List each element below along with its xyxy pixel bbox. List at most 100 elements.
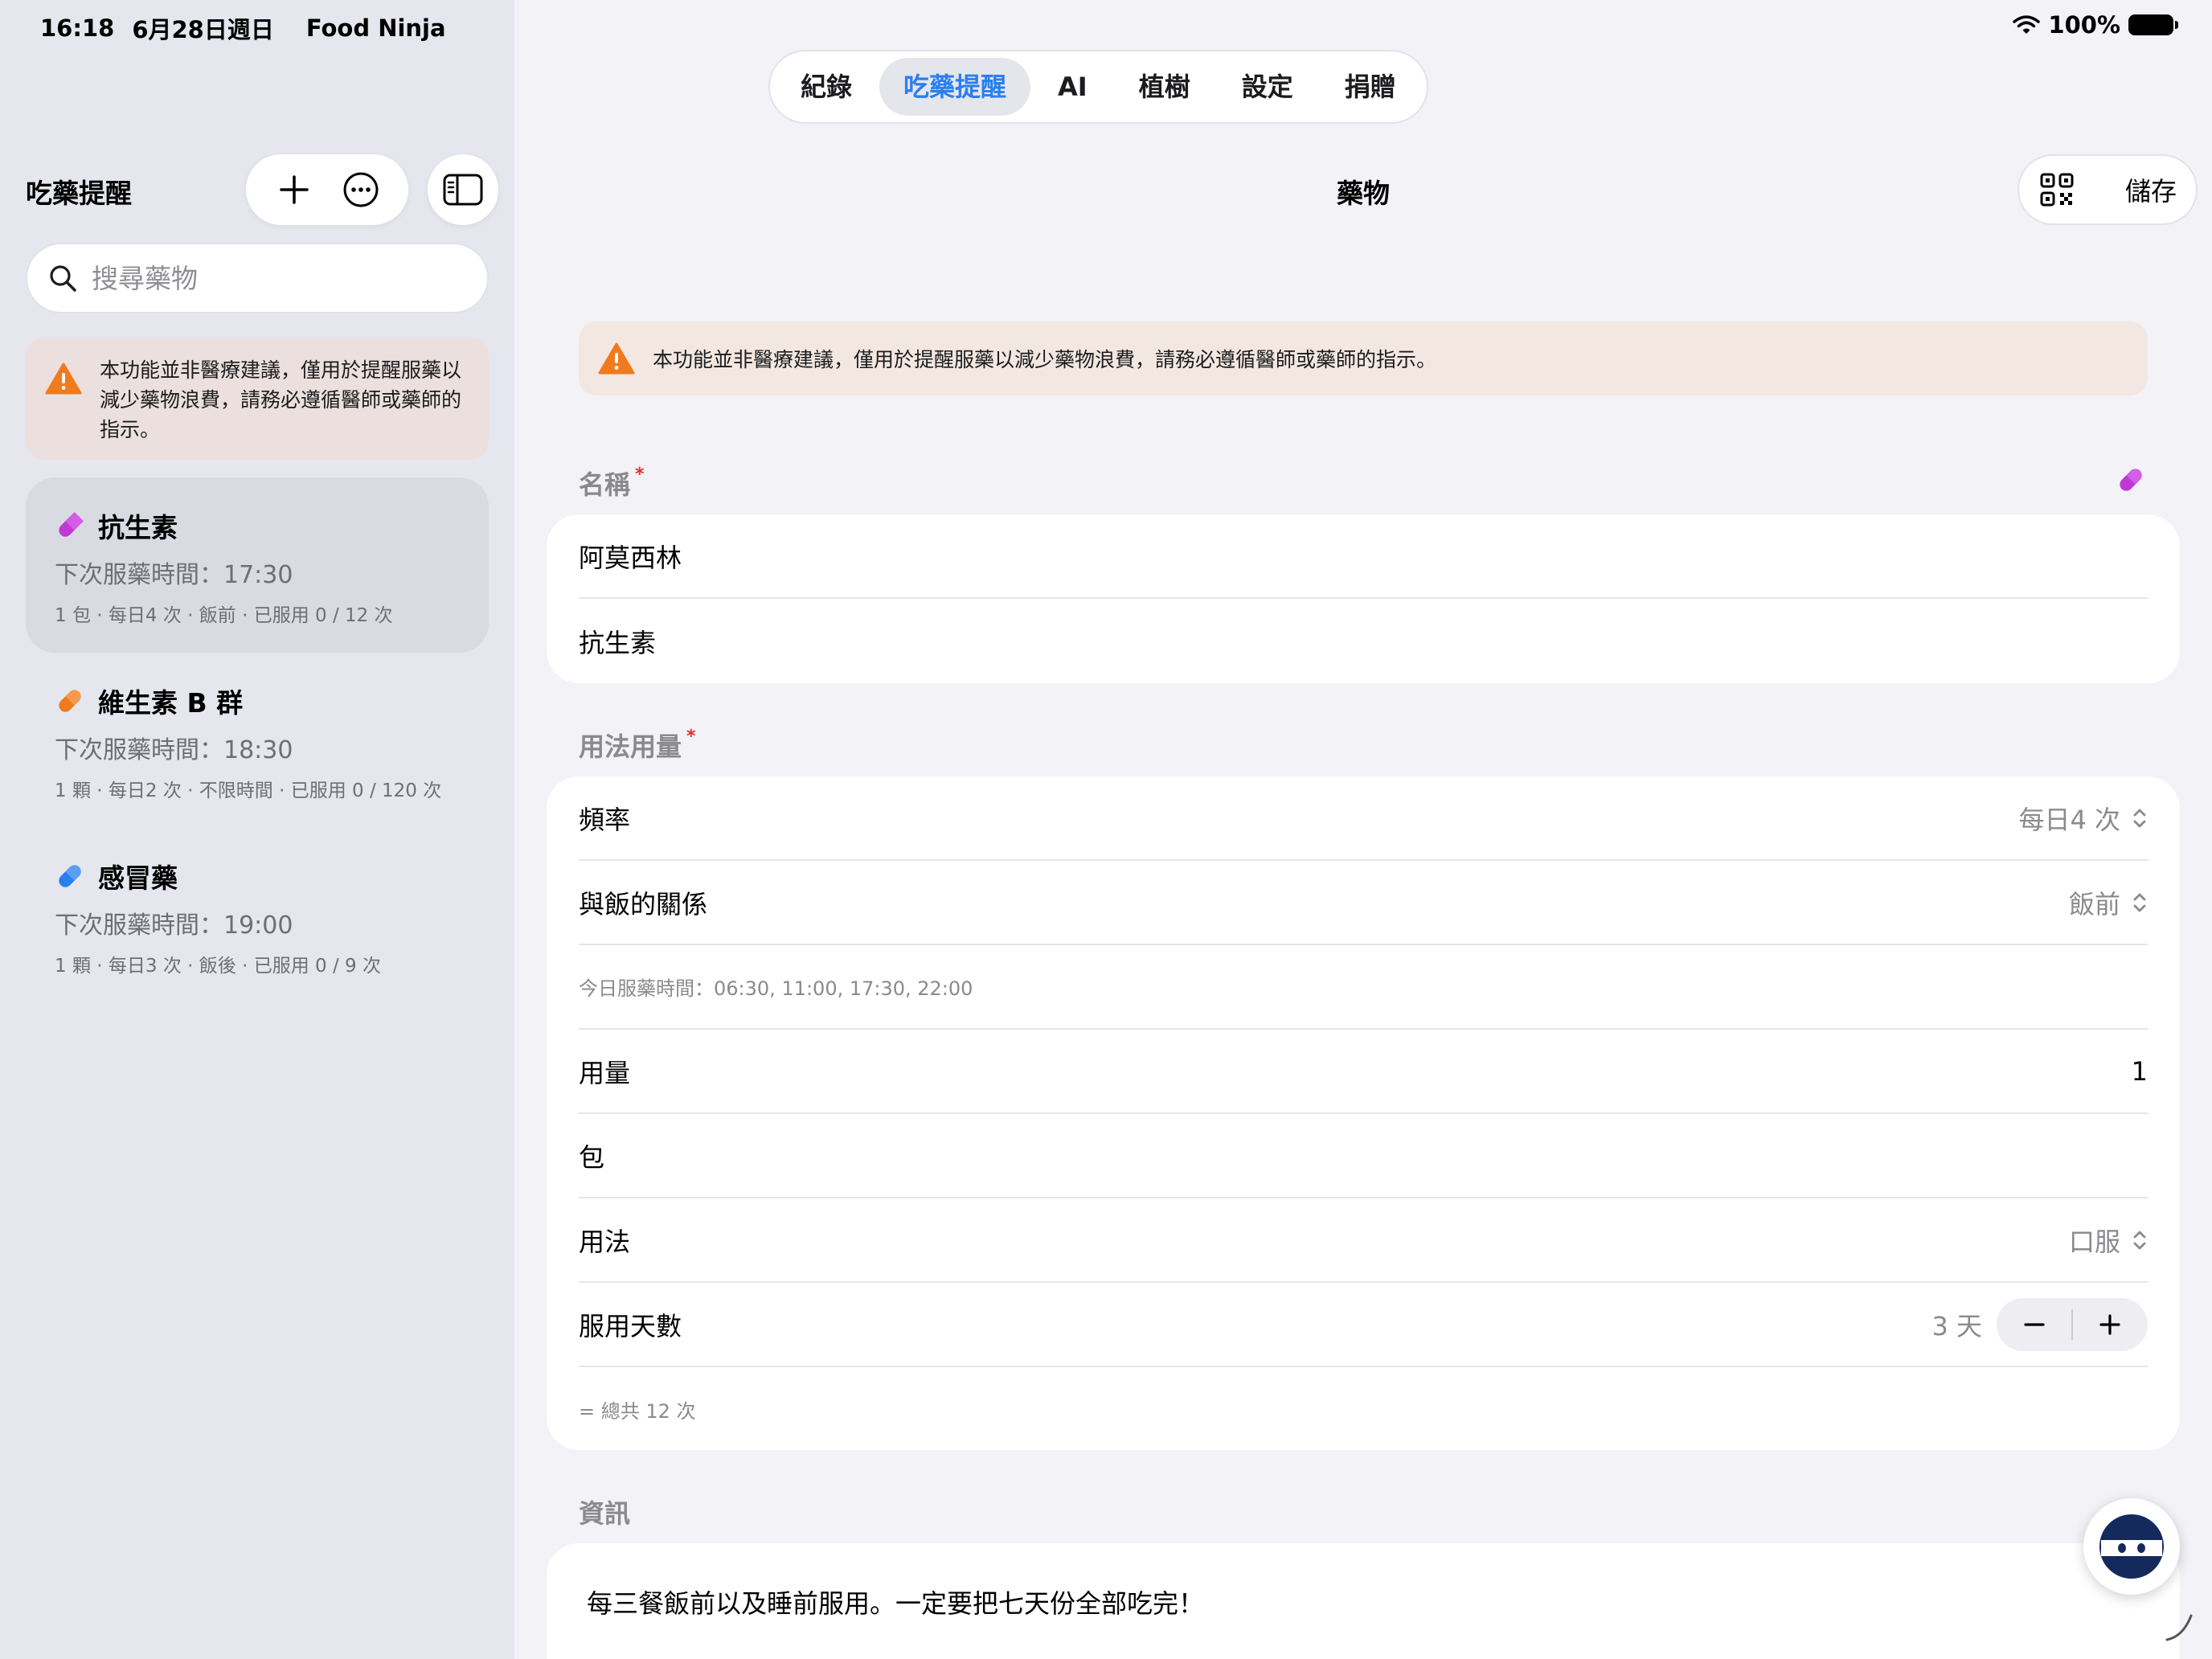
tab-plant-tree[interactable]: 植樹	[1115, 58, 1215, 116]
duration-stepper	[1997, 1297, 2148, 1351]
status-bar-left: 16:18 6月28日週日 Food Ninja	[40, 11, 446, 45]
route-row[interactable]: 用法 口服	[579, 1198, 2148, 1283]
status-app-name: Food Ninja	[305, 14, 446, 42]
increment-button[interactable]	[2072, 1298, 2148, 1351]
medicine-detail: 1 包 · 每日4 次 · 飯前 · 已服用 0 / 12 次	[55, 605, 393, 626]
dose-times-note: 今日服藥時間：06:30, 11:00, 17:30, 22:00	[579, 977, 973, 1000]
wifi-icon	[2013, 15, 2041, 34]
status-bar-right: 100%	[2013, 11, 2178, 39]
meal-relation-picker[interactable]: 飯前	[2069, 884, 2148, 921]
pencil-scribble-icon	[2165, 1614, 2193, 1641]
dose-amount-row[interactable]: 用量 1	[579, 1030, 2148, 1114]
ninja-assistant-button[interactable]	[2083, 1498, 2180, 1595]
duration-label: 服用天數	[579, 1310, 682, 1342]
meal-relation-label: 與飯的關係	[579, 888, 708, 920]
route-value: 口服	[2068, 1226, 2120, 1257]
tab-settings[interactable]: 設定	[1218, 58, 1317, 116]
usage-section-title: 用法用量	[579, 731, 682, 762]
dose-unit-value: 包	[579, 1141, 605, 1173]
medicine-detail: 1 顆 · 每日2 次 · 不限時間 · 已服用 0 / 120 次	[55, 780, 442, 801]
medicine-list-item[interactable]: 感冒藥 下次服藥時間：19:00 1 顆 · 每日3 次 · 飯後 · 已服用 …	[26, 828, 489, 1003]
meal-relation-row[interactable]: 與飯的關係 飯前	[579, 861, 2148, 945]
pill-icon	[59, 512, 84, 537]
duration-value: 3 天	[1931, 1310, 1982, 1342]
page-title: 藥物	[1337, 178, 1390, 209]
sidebar-action-group	[246, 154, 408, 225]
route-label: 用法	[579, 1226, 631, 1257]
search-icon	[50, 265, 76, 292]
tab-donate[interactable]: 捐贈	[1321, 58, 1420, 116]
next-dose-time: 下次服藥時間：17:30	[55, 561, 293, 589]
info-note-field[interactable]: 每三餐飯前以及睡前服用。一定要把七天份全部吃完！	[587, 1583, 1204, 1620]
medicine-list-item[interactable]: 抗生素 下次服藥時間：17:30 1 包 · 每日4 次 · 飯前 · 已服用 …	[26, 477, 489, 653]
sidebar-title: 吃藥提醒	[26, 178, 132, 209]
chevron-up-down-icon	[2133, 809, 2146, 827]
pill-icon	[59, 865, 81, 887]
save-button[interactable]: 儲存	[2125, 171, 2177, 208]
decrement-button[interactable]	[1997, 1298, 2072, 1351]
chevron-up-down-icon	[2133, 1231, 2146, 1249]
frequency-label: 頻率	[579, 804, 631, 835]
sidebar-warning-text: 本功能並非醫療建議，僅用於提醒服藥以減少藥物浪費，請務必遵循醫師或藥師的指示。	[100, 358, 462, 441]
sidebar-warning-banner: 本功能並非醫療建議，僅用於提醒服藥以減少藥物浪費，請務必遵循醫師或藥師的指示。	[26, 338, 489, 460]
tab-records[interactable]: 紀錄	[776, 58, 876, 116]
sidebar: 16:18 6月28日週日 Food Ninja 吃藥提醒 搜尋藥物 本功能並非…	[0, 0, 514, 1659]
name-section-title: 名稱	[579, 469, 631, 500]
pill-icon	[2120, 469, 2142, 491]
warning-text: 本功能並非醫療建議，僅用於提醒服藥以減少藥物浪費，請務必遵循醫師或藥師的指示。	[653, 348, 1437, 371]
frequency-picker[interactable]: 每日4 次	[2018, 800, 2148, 837]
battery-icon	[2128, 14, 2178, 35]
frequency-row[interactable]: 頻率 每日4 次	[579, 776, 2148, 861]
battery-percent: 100%	[2048, 11, 2120, 39]
medicine-name: 感冒藥	[98, 862, 178, 894]
tab-ai[interactable]: AI	[1034, 58, 1112, 116]
medicine-category-value: 抗生素	[579, 627, 657, 658]
info-section-label: 資訊	[579, 1498, 631, 1529]
warning-banner: 本功能並非醫療建議，僅用於提醒服藥以減少藥物浪費，請務必遵循醫師或藥師的指示。	[579, 322, 2148, 395]
medicine-name-field[interactable]: 阿莫西林	[579, 514, 2148, 599]
route-picker[interactable]: 口服	[2069, 1222, 2148, 1259]
usage-section-label: 用法用量 *	[579, 727, 696, 764]
warning-icon	[598, 342, 635, 375]
toggle-sidebar-button[interactable]	[428, 154, 498, 225]
frequency-value: 每日4 次	[2018, 804, 2120, 835]
sidebar-icon	[443, 174, 483, 206]
chevron-up-down-icon	[2133, 893, 2146, 911]
medicine-detail: 1 顆 · 每日3 次 · 飯後 · 已服用 0 / 9 次	[55, 956, 381, 977]
medicine-category-field[interactable]: 抗生素	[579, 599, 2148, 683]
top-tab-bar: 紀錄 吃藥提醒 AI 植樹 設定 捐贈	[768, 50, 1428, 124]
status-time: 16:18	[40, 14, 115, 42]
main-panel: 100% 紀錄 吃藥提醒 AI 植樹 設定 捐贈 藥物 儲存 本功能並非醫療建議…	[514, 0, 2212, 1659]
warning-icon	[45, 363, 82, 395]
next-dose-time: 下次服藥時間：18:30	[55, 736, 293, 764]
stepper-divider	[2071, 1309, 2073, 1340]
qr-code-button[interactable]	[2040, 173, 2074, 207]
next-dose-time: 下次服藥時間：19:00	[55, 911, 293, 940]
search-bar[interactable]	[26, 243, 489, 313]
meal-relation-value: 飯前	[2068, 888, 2120, 920]
medicine-name-value: 阿莫西林	[579, 542, 682, 573]
medicine-name: 抗生素	[98, 512, 178, 543]
total-count-row: = 總共 12 次	[579, 1367, 2148, 1452]
ninja-icon	[2099, 1514, 2164, 1579]
usage-card: 頻率 每日4 次 與飯的關係 飯前 今日服藥時間：06:30, 11:00, 1…	[547, 776, 2180, 1450]
required-mark: *	[686, 727, 696, 747]
medicine-name: 維生素 B 群	[98, 687, 244, 719]
add-medicine-button[interactable]	[270, 166, 318, 214]
dose-unit-row[interactable]: 包	[579, 1114, 2148, 1198]
name-card: 阿莫西林 抗生素	[547, 514, 2180, 683]
dose-amount-value[interactable]: 1	[2132, 1056, 2148, 1087]
status-date: 6月28日週日	[132, 16, 274, 43]
header-action-group: 儲存	[2017, 154, 2198, 225]
duration-control: 3 天	[1931, 1297, 2148, 1351]
minus-icon	[2024, 1322, 2045, 1326]
pill-icon	[59, 690, 81, 712]
dose-amount-label: 用量	[579, 1057, 631, 1088]
pill-color-picker[interactable]	[2116, 465, 2146, 498]
duration-row: 服用天數 3 天	[579, 1283, 2148, 1367]
medicine-list-item[interactable]: 維生素 B 群 下次服藥時間：18:30 1 顆 · 每日2 次 · 不限時間 …	[26, 653, 489, 828]
more-options-button[interactable]	[337, 166, 385, 214]
tab-medication-reminder[interactable]: 吃藥提醒	[879, 58, 1031, 116]
info-note-text: 每三餐飯前以及睡前服用。一定要把七天份全部吃完！	[587, 1588, 1205, 1619]
search-input[interactable]	[92, 262, 461, 294]
